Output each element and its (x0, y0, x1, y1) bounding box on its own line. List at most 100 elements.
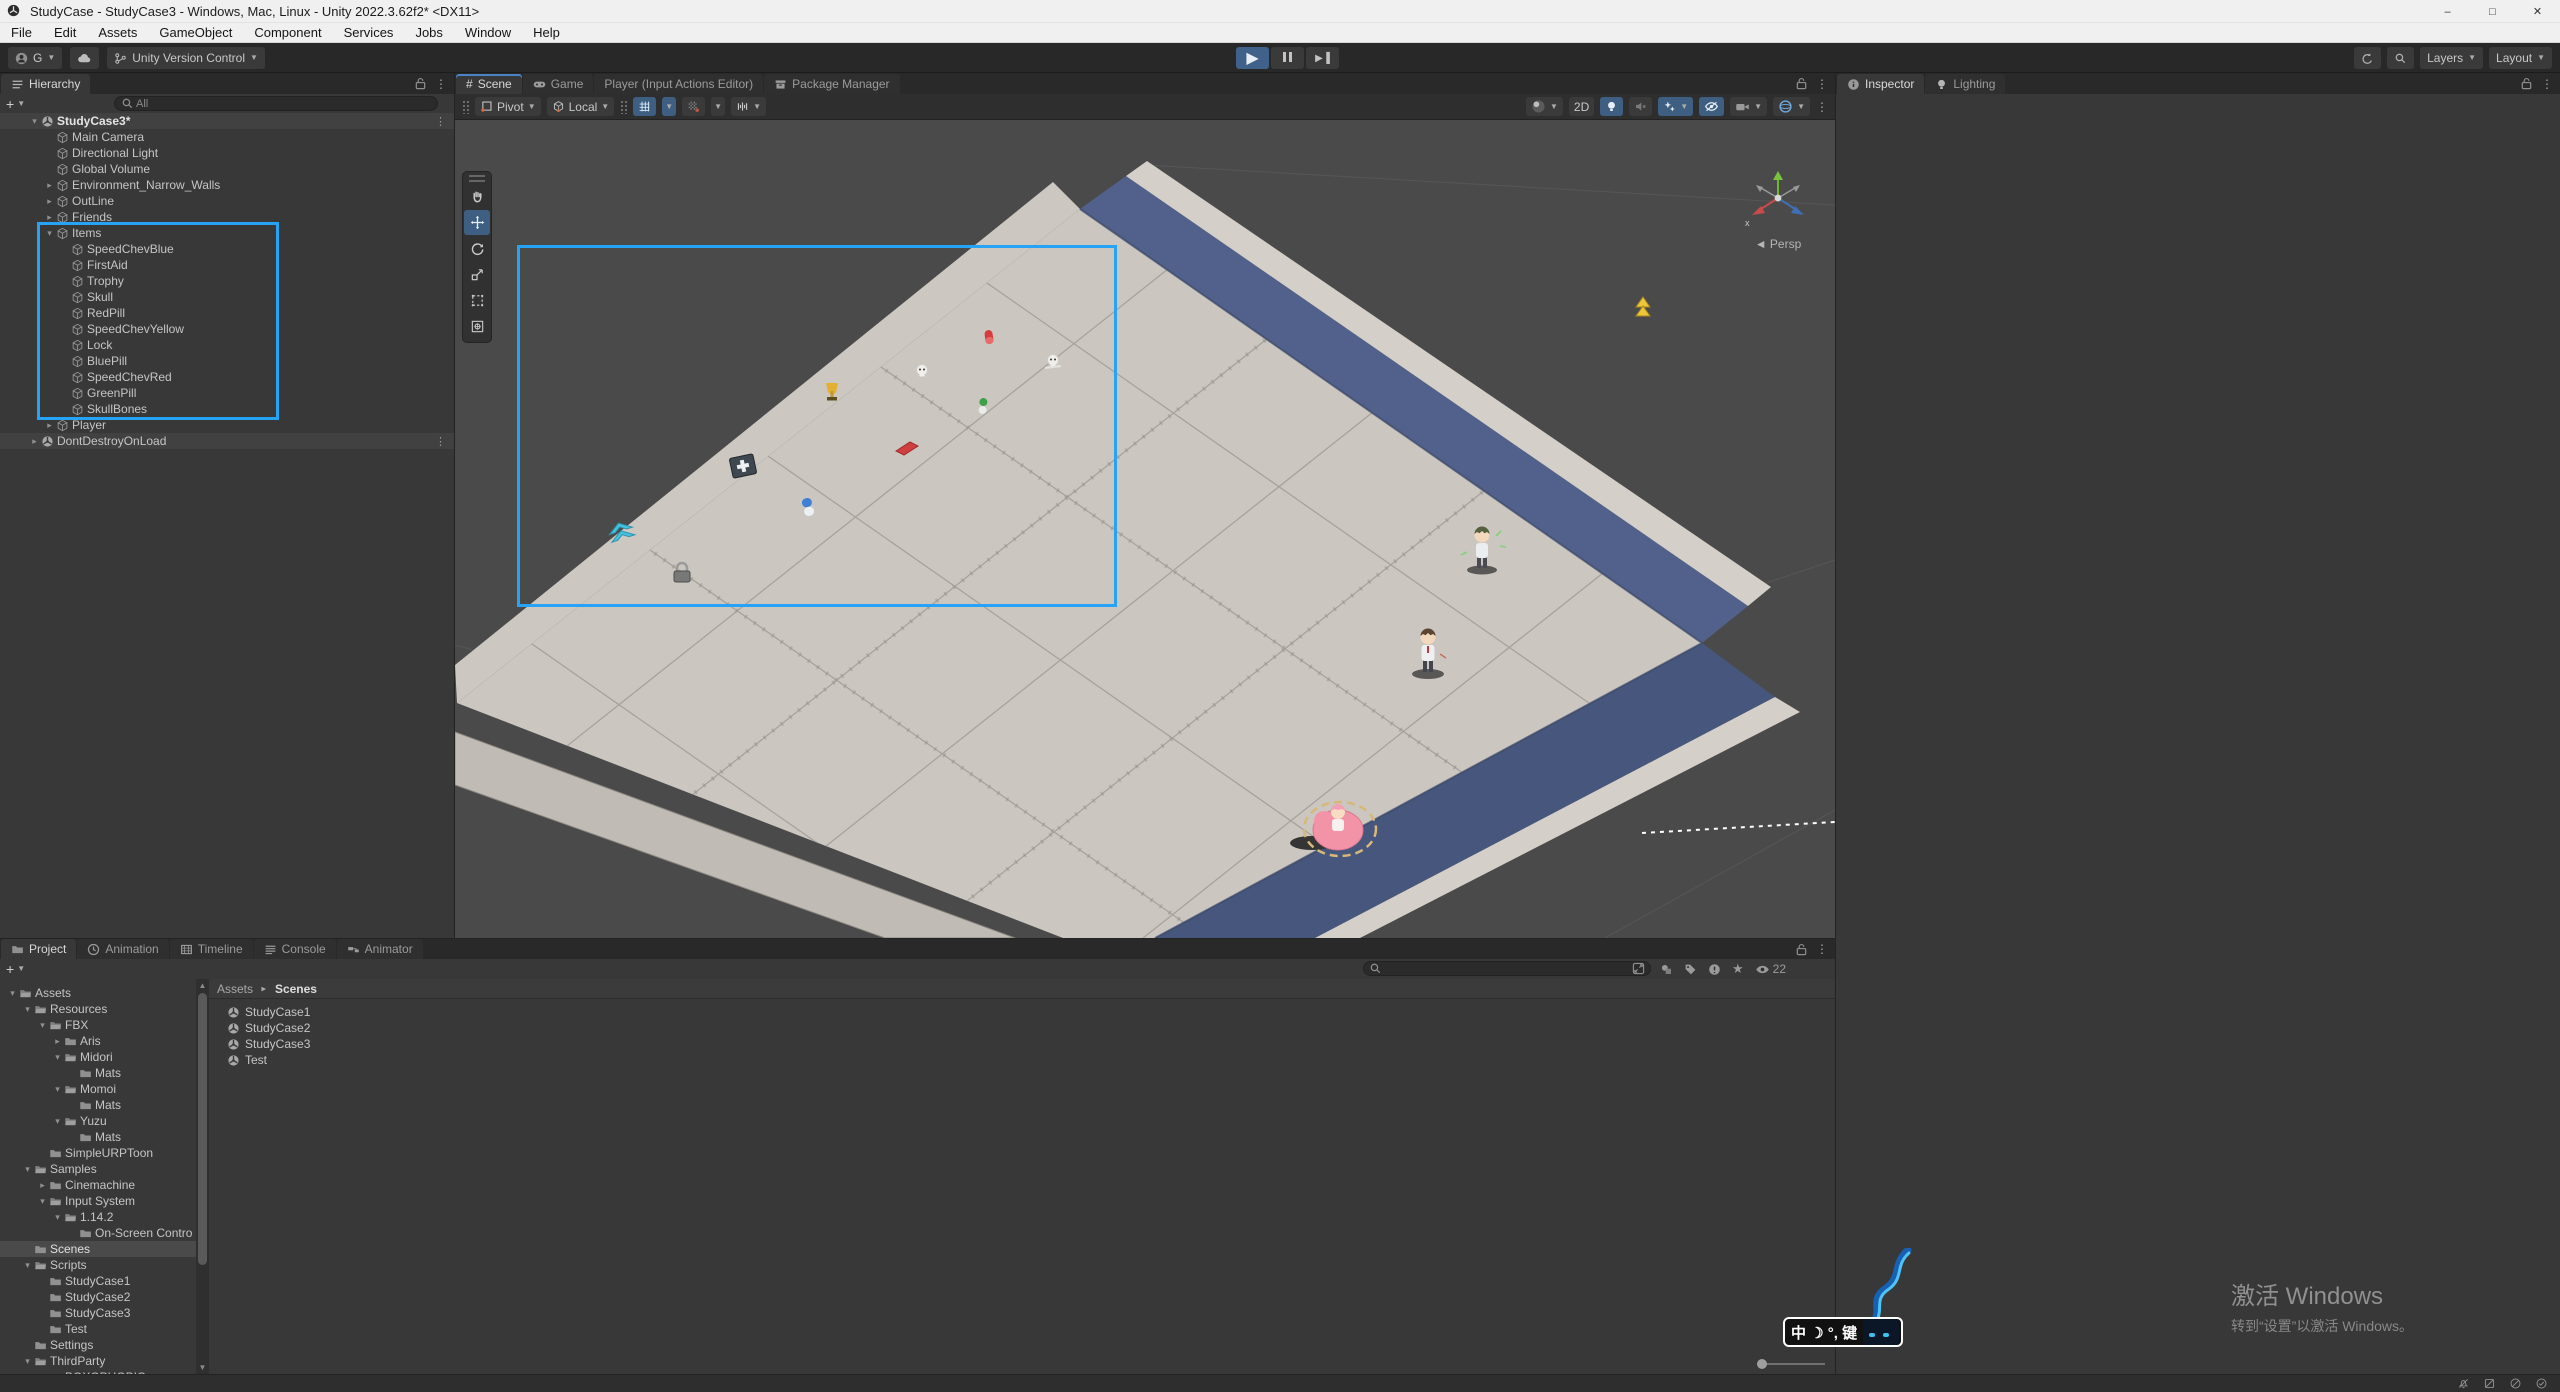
hierarchy-row-outline[interactable]: ▸OutLine (0, 193, 454, 209)
expand-arrow[interactable]: ▸ (43, 212, 56, 223)
breadcrumb-root[interactable]: Assets (217, 982, 253, 996)
menu-services[interactable]: Services (333, 23, 405, 42)
scene-effects-toggle[interactable]: ▼ (1658, 97, 1693, 116)
hierarchy-row-items[interactable]: ▾Items (0, 225, 454, 241)
transform-tool-button[interactable] (464, 314, 490, 339)
chevron-down-icon[interactable]: ▼ (17, 100, 25, 108)
search-by-type-icon[interactable] (1660, 963, 1673, 976)
maximize-button[interactable]: □ (2470, 0, 2515, 23)
asset-studycase1[interactable]: StudyCase1 (227, 1004, 1835, 1020)
asset-studycase2[interactable]: StudyCase2 (227, 1020, 1835, 1036)
project-folder-samples[interactable]: ▾Samples (0, 1161, 196, 1177)
menu-assets[interactable]: Assets (87, 23, 148, 42)
kebab-menu-icon[interactable]: ⋮ (1816, 942, 1828, 956)
undo-history-button[interactable] (2354, 47, 2381, 69)
tab-timeline[interactable]: Timeline (170, 939, 253, 959)
hierarchy-row-friends[interactable]: ▸Friends (0, 209, 454, 225)
kebab-menu-icon[interactable]: ⋮ (1816, 77, 1828, 91)
project-folder-input-system[interactable]: ▾Input System (0, 1193, 196, 1209)
version-control-button[interactable]: Unity Version Control ▼ (107, 47, 265, 69)
scene-lighting-toggle[interactable] (1600, 97, 1623, 116)
gizmos-dropdown[interactable]: ▼ (1773, 97, 1810, 116)
move-tool-button[interactable] (464, 210, 490, 235)
hierarchy-row-trophy[interactable]: Trophy (0, 273, 454, 289)
scroll-up-icon[interactable]: ▲ (196, 979, 209, 992)
add-object-button[interactable]: + (6, 96, 14, 112)
hierarchy-row-directional-light[interactable]: Directional Light (0, 145, 454, 161)
pause-button[interactable] (1271, 47, 1304, 69)
visibility-eye-icon[interactable] (1755, 962, 1770, 977)
view-orientation-gizmo[interactable]: x ◄ Persp (1733, 168, 1823, 251)
hierarchy-row-skullbones[interactable]: SkullBones (0, 401, 454, 417)
toolbar-drag-handle[interactable] (469, 175, 485, 182)
hierarchy-row-studycase3[interactable]: ▾StudyCase3*⋮ (0, 113, 454, 129)
tab-project[interactable]: Project (1, 939, 76, 959)
menu-help[interactable]: Help (522, 23, 571, 42)
project-search-input[interactable] (1363, 961, 1651, 976)
tab-package-manager[interactable]: Package Manager (764, 74, 899, 94)
hierarchy-row-speedchevyellow[interactable]: SpeedChevYellow (0, 321, 454, 337)
project-folder-resources[interactable]: ▾Resources (0, 1001, 196, 1017)
kebab-menu-icon[interactable]: ⋮ (435, 115, 446, 128)
cloud-disabled-icon[interactable] (2509, 1377, 2522, 1390)
chevron-down-icon[interactable]: ▼ (17, 965, 25, 973)
2d-toggle[interactable]: 2D (1569, 97, 1594, 116)
tab-console[interactable]: Console (254, 939, 336, 959)
tab-inspector[interactable]: Inspector (1837, 74, 1924, 94)
project-folder-midori[interactable]: ▾Midori (0, 1049, 196, 1065)
expand-arrow[interactable]: ▾ (51, 1052, 64, 1063)
pivot-dropdown[interactable]: Pivot ▼ (475, 97, 541, 116)
scrollbar-thumb[interactable] (198, 993, 207, 1265)
rotate-tool-button[interactable] (464, 236, 490, 261)
project-folder-mats[interactable]: Mats (0, 1065, 196, 1081)
grid-visibility-toggle[interactable] (633, 97, 656, 116)
expand-arrow[interactable]: ▾ (36, 1020, 49, 1031)
expand-arrow[interactable]: ▾ (51, 1084, 64, 1095)
hierarchy-row-dontdestroyonload[interactable]: ▸DontDestroyOnLoad⋮ (0, 433, 454, 449)
expand-arrow[interactable]: ▾ (21, 1164, 34, 1175)
hand-tool-button[interactable] (464, 184, 490, 209)
handle-rotation-dropdown[interactable]: Local ▼ (547, 97, 615, 116)
tab-hierarchy[interactable]: Hierarchy (1, 74, 90, 94)
step-button[interactable]: ▶▐ (1306, 47, 1339, 69)
expand-arrow[interactable]: ▾ (43, 228, 56, 239)
slider-knob[interactable] (1757, 1359, 1767, 1369)
menu-jobs[interactable]: Jobs (404, 23, 453, 42)
kebab-menu-icon[interactable]: ⋮ (435, 77, 447, 91)
lock-icon[interactable] (414, 77, 427, 90)
hierarchy-row-speedchevred[interactable]: SpeedChevRed (0, 369, 454, 385)
hierarchy-row-bluepill[interactable]: BluePill (0, 353, 454, 369)
hierarchy-row-global-volume[interactable]: Global Volume (0, 161, 454, 177)
expand-arrow[interactable]: ▾ (21, 1004, 34, 1015)
expand-arrow[interactable]: ▾ (6, 988, 19, 999)
tab-player-input-actions-editor[interactable]: Player (Input Actions Editor) (594, 74, 763, 94)
project-folder-cinemachine[interactable]: ▸Cinemachine (0, 1177, 196, 1193)
project-folder-yuzu[interactable]: ▾Yuzu (0, 1113, 196, 1129)
project-folder-settings[interactable]: Settings (0, 1337, 196, 1353)
project-folder-mats[interactable]: Mats (0, 1097, 196, 1113)
drag-handle-icon[interactable] (620, 100, 627, 114)
account-button[interactable]: G ▼ (8, 47, 62, 69)
cloud-button[interactable] (70, 47, 99, 69)
hierarchy-row-player[interactable]: ▸Player (0, 417, 454, 433)
hierarchy-row-firstaid[interactable]: FirstAid (0, 257, 454, 273)
project-folder-scripts[interactable]: ▾Scripts (0, 1257, 196, 1273)
expand-arrow[interactable]: ▾ (28, 116, 41, 127)
search-by-label-icon[interactable] (1684, 963, 1697, 976)
project-tree-scrollbar[interactable]: ▲ ▼ (196, 979, 209, 1374)
layers-dropdown[interactable]: Layers ▼ (2420, 47, 2483, 69)
close-button[interactable]: ✕ (2515, 0, 2560, 23)
expand-arrow[interactable]: ▸ (43, 420, 56, 431)
snap-increment-toggle[interactable] (682, 97, 705, 116)
lock-icon[interactable] (2520, 77, 2533, 90)
expand-arrow[interactable]: ▾ (51, 1116, 64, 1127)
scene-viewport[interactable]: x ◄ Persp (455, 120, 1835, 938)
favorites-star-icon[interactable]: ★ (1732, 961, 1744, 977)
kebab-menu-icon[interactable]: ⋮ (435, 435, 446, 448)
hierarchy-row-skull[interactable]: Skull (0, 289, 454, 305)
snap-options-dropdown[interactable]: ▼ (711, 97, 725, 116)
menu-file[interactable]: File (0, 23, 43, 42)
menu-window[interactable]: Window (454, 23, 522, 42)
lock-icon[interactable] (1795, 77, 1808, 90)
project-folder-on-screen-contro[interactable]: On-Screen Contro (0, 1225, 196, 1241)
